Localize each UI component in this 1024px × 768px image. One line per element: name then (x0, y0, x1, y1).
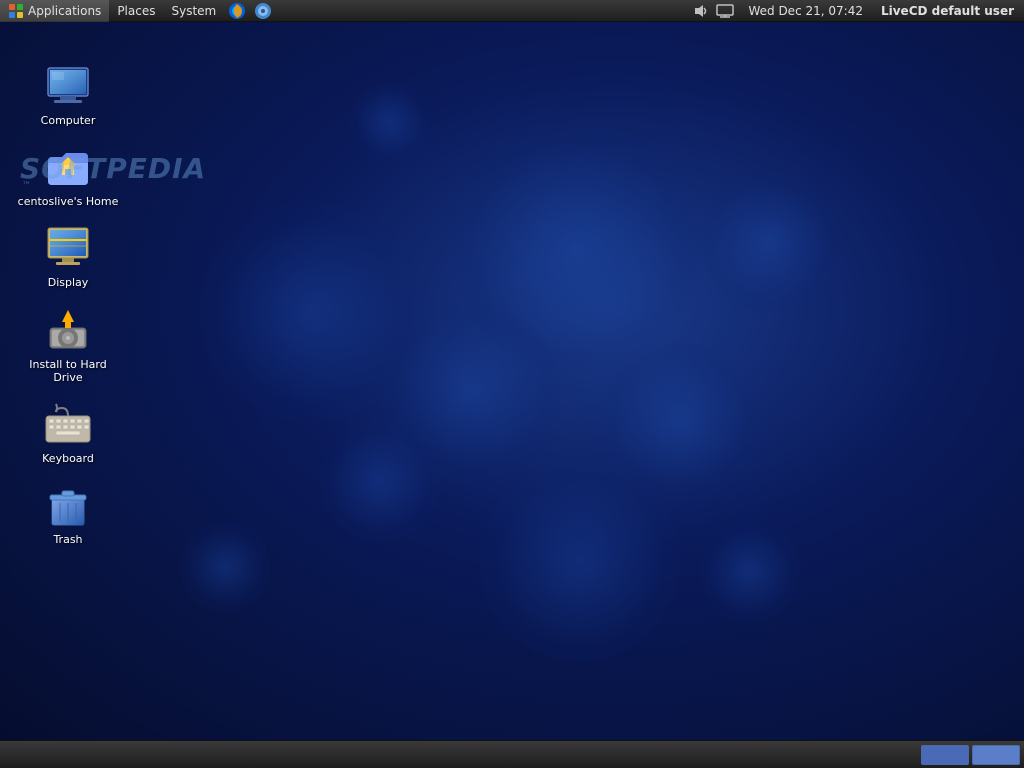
home-svg (44, 143, 92, 191)
bokeh-6 (320, 422, 440, 542)
firefox-icon (228, 2, 246, 20)
computer-icon-image (44, 62, 92, 110)
display-label: Display (48, 276, 89, 289)
panel-left: Applications Places System (0, 0, 686, 22)
trash-label: Trash (53, 533, 82, 546)
taskbar-btn-1[interactable] (921, 745, 969, 765)
desktop: SOFTPEDIA ™ (0, 22, 1024, 740)
bokeh-10 (180, 522, 270, 612)
install-icon-image (44, 306, 92, 354)
desktop-icons-container: Computer centoslive's Home (0, 44, 160, 712)
keyboard-label: Keyboard (42, 452, 94, 465)
bokeh-7 (700, 522, 800, 622)
trash-icon-image (44, 481, 92, 529)
volume-icon (693, 3, 709, 19)
places-label: Places (117, 4, 155, 18)
install-svg (44, 306, 92, 354)
computer-label: Computer (41, 114, 96, 127)
computer-svg (44, 62, 92, 110)
datetime-display[interactable]: Wed Dec 21, 07:42 (740, 4, 871, 18)
display-icon-image (44, 224, 92, 272)
trash-icon[interactable]: Trash (8, 475, 128, 552)
taskbar-btn-2[interactable] (972, 745, 1020, 765)
display-icon[interactable]: Display (8, 218, 128, 295)
computer-icon[interactable]: Computer (8, 56, 128, 133)
browser-launcher[interactable] (250, 0, 276, 22)
home-icon[interactable]: centoslive's Home (8, 137, 128, 214)
system-menu[interactable]: System (163, 0, 224, 22)
firefox-launcher[interactable] (224, 0, 250, 22)
home-icon-image (44, 143, 92, 191)
places-menu[interactable]: Places (109, 0, 163, 22)
browser-icon (254, 2, 272, 20)
keyboard-icon-image (44, 400, 92, 448)
top-panel: Applications Places System (0, 0, 1024, 22)
keyboard-icon[interactable]: Keyboard (8, 394, 128, 471)
applications-label: Applications (28, 4, 101, 18)
keyboard-svg (44, 400, 92, 448)
trash-svg (44, 481, 92, 529)
network-icon (716, 4, 734, 18)
bokeh-5 (480, 462, 680, 662)
install-icon[interactable]: Install to Hard Drive (8, 300, 128, 390)
panel-right: Wed Dec 21, 07:42 LiveCD default user (686, 2, 1024, 20)
applications-icon (8, 3, 24, 19)
applications-menu[interactable]: Applications (0, 0, 109, 22)
system-label: System (171, 4, 216, 18)
bokeh-9 (350, 82, 430, 162)
bottom-panel (0, 740, 1024, 768)
network-icon-container[interactable] (716, 2, 734, 20)
install-label: Install to Hard Drive (16, 358, 120, 384)
display-svg (44, 224, 92, 272)
home-label: centoslive's Home (18, 195, 119, 208)
username-display: LiveCD default user (877, 4, 1018, 18)
bokeh-3 (450, 122, 700, 372)
bokeh-8 (700, 172, 840, 312)
volume-icon-container[interactable] (692, 2, 710, 20)
